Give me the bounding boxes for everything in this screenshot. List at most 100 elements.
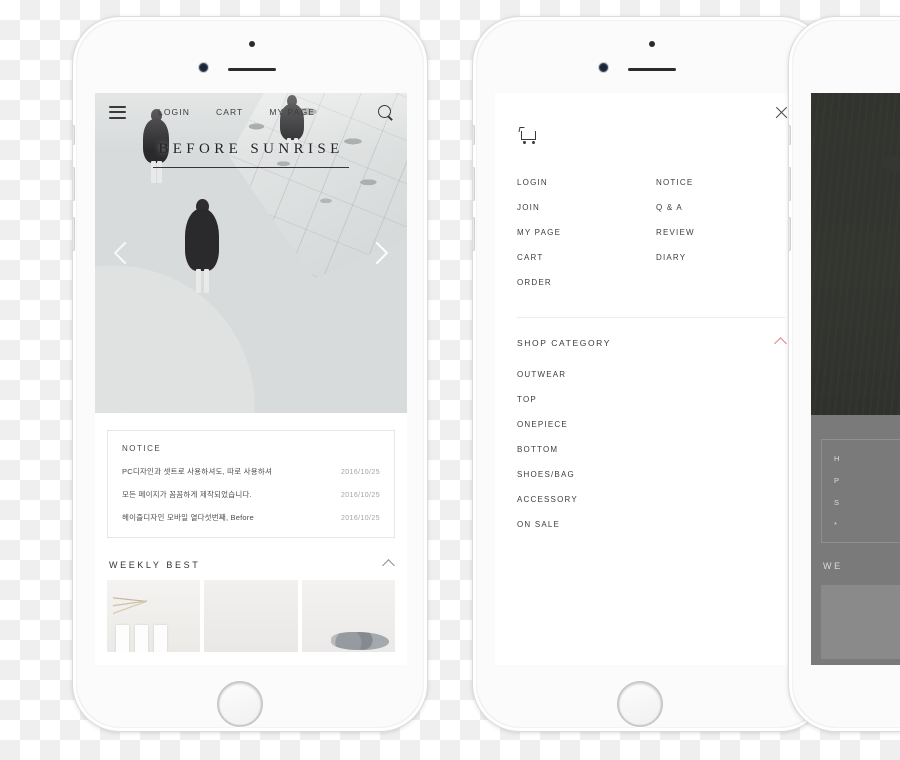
menu-item-my-page[interactable]: MY PAGE bbox=[517, 220, 646, 245]
weekly-best-header: WEEKLY BEST bbox=[109, 558, 395, 572]
phone-center-screen: LOGIN JOIN MY PAGE CART ORDER NOTICE Q &… bbox=[495, 93, 807, 665]
weekly-best-title: WEEKLY BEST bbox=[109, 560, 201, 570]
cart-basket bbox=[521, 131, 536, 140]
front-camera-icon bbox=[199, 63, 208, 72]
proximity-sensor-icon bbox=[249, 41, 255, 47]
volume-down-button-right[interactable] bbox=[789, 217, 791, 251]
hamburger-line bbox=[109, 111, 126, 113]
shopping-cart-icon[interactable] bbox=[518, 127, 538, 144]
volume-up-button-center[interactable] bbox=[473, 167, 475, 201]
phone-left: LOGIN CART MY PAGE BEFORE SUNRISE NOTICE bbox=[72, 16, 428, 732]
silent-switch-left[interactable] bbox=[73, 125, 75, 145]
phone-top-center bbox=[473, 17, 827, 93]
shop-category-header[interactable]: SHOP CATEGORY bbox=[517, 318, 787, 354]
hero-figure-legs bbox=[204, 269, 209, 293]
top-navigation-bar: LOGIN CART MY PAGE bbox=[95, 93, 407, 131]
cart-wheel bbox=[532, 141, 535, 144]
menu-item-login[interactable]: LOGIN bbox=[517, 170, 646, 195]
notice-date: 2016/10/25 bbox=[340, 469, 380, 476]
category-item-on-sale[interactable]: ON SALE bbox=[517, 512, 785, 537]
dimmed-notice-line: S bbox=[834, 498, 840, 507]
notice-text: PC디자인과 셋트로 사용하셔도, 따로 사용하셔 bbox=[122, 467, 273, 476]
notice-row[interactable]: 헤이즐디자인 모바일 열다섯번째, Before 2016/10/25 bbox=[122, 512, 380, 523]
dimmed-notice-line: H bbox=[834, 454, 840, 463]
dimmed-weekly-best-title: WE bbox=[823, 561, 843, 571]
menu-drawer: LOGIN JOIN MY PAGE CART ORDER NOTICE Q &… bbox=[495, 93, 807, 665]
notice-card: NOTICE PC디자인과 셋트로 사용하셔도, 따로 사용하셔 2016/10… bbox=[107, 430, 395, 538]
nav-link-login[interactable]: LOGIN bbox=[158, 107, 190, 117]
product-thumbnail[interactable] bbox=[107, 580, 201, 652]
volume-up-button-left[interactable] bbox=[73, 167, 75, 201]
phone-center: LOGIN JOIN MY PAGE CART ORDER NOTICE Q &… bbox=[472, 16, 828, 732]
scene-backdrop: LOGIN CART MY PAGE BEFORE SUNRISE NOTICE bbox=[0, 0, 900, 760]
home-button[interactable] bbox=[617, 681, 663, 727]
menu-links-grid: LOGIN JOIN MY PAGE CART ORDER NOTICE Q &… bbox=[517, 170, 785, 295]
category-item-outwear[interactable]: OUTWEAR bbox=[517, 362, 785, 387]
product-thumbnail[interactable] bbox=[301, 580, 395, 652]
dimmed-notice-card: H P S * bbox=[821, 439, 900, 543]
notice-date: 2016/10/25 bbox=[340, 515, 380, 522]
volume-down-button-center[interactable] bbox=[473, 217, 475, 251]
dimmed-product-thumbnail bbox=[821, 585, 900, 659]
earpiece-speaker bbox=[228, 68, 276, 71]
notice-row[interactable]: PC디자인과 셋트로 사용하셔도, 따로 사용하셔 2016/10/25 bbox=[122, 466, 380, 477]
menu-item-qna[interactable]: Q & A bbox=[656, 195, 785, 220]
category-item-onepiece[interactable]: ONEPIECE bbox=[517, 412, 785, 437]
menu-item-join[interactable]: JOIN bbox=[517, 195, 646, 220]
phone-left-screen: LOGIN CART MY PAGE BEFORE SUNRISE NOTICE bbox=[95, 93, 407, 665]
notice-text: 모든 페이지가 꼼꼼하게 제작되었습니다. bbox=[122, 490, 252, 499]
category-item-shoes-bag[interactable]: SHOES/BAG bbox=[517, 462, 785, 487]
hamburger-menu-icon[interactable] bbox=[109, 105, 126, 119]
notice-text: 헤이즐디자인 모바일 열다섯번째, Before bbox=[122, 513, 254, 522]
home-button[interactable] bbox=[217, 681, 263, 727]
nav-link-my-page[interactable]: MY PAGE bbox=[269, 107, 315, 117]
chevron-up-icon[interactable] bbox=[774, 336, 787, 350]
earpiece-speaker bbox=[628, 68, 676, 71]
notice-label: NOTICE bbox=[122, 444, 162, 453]
hero-figure-legs bbox=[196, 269, 201, 293]
nav-link-cart[interactable]: CART bbox=[216, 107, 243, 117]
menu-item-review[interactable]: REVIEW bbox=[656, 220, 785, 245]
shop-category-list: OUTWEAR TOP ONEPIECE BOTTOM SHOES/BAG AC… bbox=[517, 354, 785, 537]
volume-down-button-left[interactable] bbox=[73, 217, 75, 251]
cart-wheel bbox=[523, 141, 526, 144]
hero-title-rule bbox=[153, 167, 349, 168]
phone-top-left bbox=[73, 17, 427, 93]
menu-item-diary[interactable]: DIARY bbox=[656, 245, 785, 270]
silent-switch-right[interactable] bbox=[789, 125, 791, 145]
menu-drawer-body: LOGIN JOIN MY PAGE CART ORDER NOTICE Q &… bbox=[495, 93, 807, 537]
hero-banner: LOGIN CART MY PAGE BEFORE SUNRISE bbox=[95, 93, 407, 413]
dimmed-notice-line: P bbox=[834, 476, 840, 485]
dimmed-notice-line: * bbox=[834, 520, 838, 529]
dimmed-page: H P S * WE bbox=[811, 93, 900, 665]
phone-top-right bbox=[789, 17, 900, 93]
menu-column-account: LOGIN JOIN MY PAGE CART ORDER bbox=[517, 170, 646, 295]
front-camera-icon bbox=[599, 63, 608, 72]
proximity-sensor-icon bbox=[649, 41, 655, 47]
top-nav-links: LOGIN CART MY PAGE bbox=[158, 107, 315, 117]
product-thumbnail[interactable] bbox=[204, 580, 298, 652]
menu-item-notice[interactable]: NOTICE bbox=[656, 170, 785, 195]
category-item-top[interactable]: TOP bbox=[517, 387, 785, 412]
weekly-best-thumbnails bbox=[95, 580, 407, 652]
phone-right-screen: H P S * WE bbox=[811, 93, 900, 665]
hero-figure-body bbox=[185, 209, 219, 271]
category-item-bottom[interactable]: BOTTOM bbox=[517, 437, 785, 462]
menu-item-order[interactable]: ORDER bbox=[517, 270, 646, 295]
menu-column-community: NOTICE Q & A REVIEW DIARY bbox=[656, 170, 785, 295]
silent-switch-center[interactable] bbox=[473, 125, 475, 145]
hero-title-block: BEFORE SUNRISE bbox=[95, 141, 407, 168]
close-icon[interactable] bbox=[774, 105, 789, 120]
hamburger-line bbox=[109, 105, 126, 108]
shop-category-title: SHOP CATEGORY bbox=[517, 338, 612, 348]
hero-title: BEFORE SUNRISE bbox=[158, 141, 344, 157]
volume-up-button-right[interactable] bbox=[789, 167, 791, 201]
phone-right: H P S * WE bbox=[788, 16, 900, 732]
notice-row[interactable]: 모든 페이지가 꼼꼼하게 제작되었습니다. 2016/10/25 bbox=[122, 489, 380, 500]
hamburger-line bbox=[109, 116, 126, 119]
chevron-up-icon[interactable] bbox=[382, 558, 395, 572]
menu-item-cart[interactable]: CART bbox=[517, 245, 646, 270]
category-item-accessory[interactable]: ACCESSORY bbox=[517, 487, 785, 512]
dim-overlay bbox=[811, 93, 900, 665]
search-icon[interactable] bbox=[378, 104, 393, 120]
